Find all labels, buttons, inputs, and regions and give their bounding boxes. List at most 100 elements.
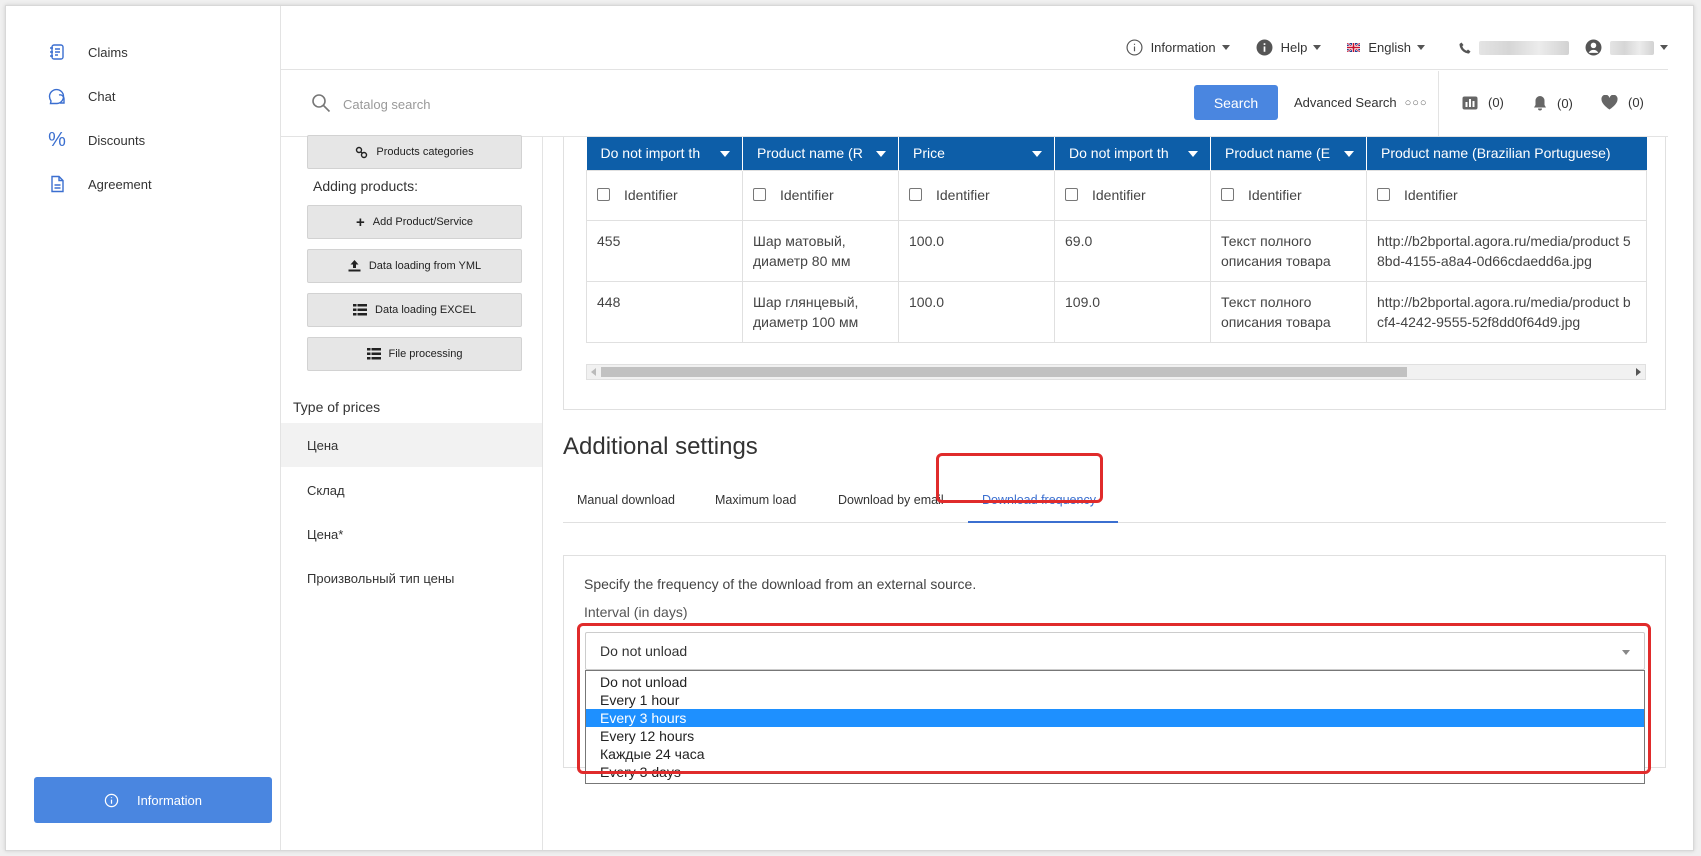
tab-download-frequency[interactable]: Download frequency: [982, 477, 1096, 523]
divider: [1438, 71, 1439, 137]
price-type-item[interactable]: Цена: [281, 423, 542, 467]
price-types-heading: Type of prices: [293, 399, 381, 415]
interval-option[interactable]: Every 1 hour: [586, 691, 1644, 709]
bell-icon: [1533, 95, 1547, 111]
notifications-count: (0): [1557, 95, 1573, 111]
help-menu[interactable]: Help: [1256, 39, 1322, 56]
scroll-left-arrow-icon[interactable]: [591, 368, 596, 376]
price-type-item[interactable]: Произвольный тип цены: [281, 556, 542, 600]
column-header[interactable]: Product name (Brazilian Portuguese): [1366, 137, 1647, 170]
interval-option[interactable]: Every 12 hours: [586, 727, 1644, 745]
settings-panel: Products categories Adding products: + A…: [281, 135, 543, 850]
identifier-checkbox[interactable]: [1221, 188, 1234, 201]
compare-counter[interactable]: (0): [1462, 95, 1504, 110]
chevron-down-icon: [1032, 151, 1042, 157]
heart-icon: [1601, 95, 1618, 110]
interval-option[interactable]: Каждые 24 часа: [586, 745, 1644, 763]
interval-option-highlighted[interactable]: Every 3 hours: [586, 709, 1644, 727]
tab-manual-download[interactable]: Manual download: [577, 477, 675, 523]
add-product-label: Add Product/Service: [372, 216, 474, 228]
scroll-right-arrow-icon[interactable]: [1636, 368, 1641, 376]
interval-dropdown-list: Do not unload Every 1 hour Every 3 hours…: [585, 670, 1645, 784]
price-type-item[interactable]: Цена*: [281, 512, 542, 556]
column-header[interactable]: Do not import th: [1054, 137, 1211, 170]
column-header[interactable]: Product name (R: [742, 137, 899, 170]
phone-icon: [1459, 42, 1471, 54]
favorites-counter[interactable]: (0): [1601, 95, 1644, 110]
help-icon: [1256, 39, 1273, 56]
tab-download-by-email[interactable]: Download by email: [838, 477, 944, 523]
table-cell: 109.0: [1054, 280, 1211, 343]
table-cell: 100.0: [898, 219, 1055, 282]
column-header[interactable]: Product name (E: [1210, 137, 1367, 170]
file-processing-button[interactable]: File processing: [307, 337, 522, 371]
scrollbar-thumb[interactable]: [601, 367, 1407, 377]
language-menu[interactable]: English: [1347, 40, 1425, 55]
excel-loading-button[interactable]: Data loading EXCEL: [307, 293, 522, 327]
price-type-item[interactable]: Склад: [281, 468, 542, 512]
advanced-search-link[interactable]: Advanced Search ○○○: [1294, 95, 1428, 110]
user-name-redacted: [1610, 40, 1654, 55]
tab-maximum-load[interactable]: Maximum load: [715, 477, 796, 523]
left-sidebar: Claims Chat % Discounts Agreement Inform…: [6, 6, 281, 850]
identifier-checkbox[interactable]: [909, 188, 922, 201]
sidebar-item-agreement[interactable]: Agreement: [46, 170, 152, 198]
table-cell: Шар глянцевый, диаметр 100 мм: [742, 280, 899, 343]
identifier-checkbox[interactable]: [597, 188, 610, 201]
app-window: Claims Chat % Discounts Agreement Inform…: [5, 5, 1694, 851]
identifier-cell: Identifier: [1054, 169, 1211, 221]
search-button[interactable]: Search: [1194, 85, 1278, 120]
yml-loading-button[interactable]: Data loading from YML: [307, 249, 522, 283]
notifications-counter[interactable]: (0): [1533, 95, 1573, 111]
compare-count: (0): [1488, 95, 1504, 110]
information-menu[interactable]: Information: [1126, 39, 1230, 56]
products-categories-button[interactable]: Products categories: [307, 135, 522, 169]
table-cell: 448: [586, 280, 743, 343]
interval-option[interactable]: Do not unload: [586, 673, 1644, 691]
add-product-button[interactable]: + Add Product/Service: [307, 205, 522, 239]
sidebar-item-claims[interactable]: Claims: [46, 38, 128, 66]
column-header[interactable]: Do not import th: [586, 137, 743, 170]
products-categories-label: Products categories: [376, 146, 474, 158]
chevron-down-icon: [1660, 45, 1668, 50]
user-menu[interactable]: [1585, 39, 1668, 56]
sidebar-item-discounts[interactable]: % Discounts: [46, 126, 145, 154]
identifier-checkbox[interactable]: [1377, 188, 1390, 201]
search-bar: Search Advanced Search ○○○ (0) (0) (0): [281, 71, 1668, 137]
information-button[interactable]: Information: [34, 777, 272, 823]
column-header[interactable]: Price: [898, 137, 1055, 170]
identifier-cell: Identifier: [742, 169, 899, 221]
table-row: 455 Шар матовый, диаметр 80 мм 100.0 69.…: [586, 219, 1647, 282]
table-cell: 455: [586, 219, 743, 282]
phone-contact[interactable]: [1459, 40, 1569, 55]
table-cell: Шар матовый, диаметр 80 мм: [742, 219, 899, 282]
identifier-cell: Identifier: [898, 169, 1055, 221]
catalog-search-input[interactable]: [343, 93, 843, 115]
excel-loading-label: Data loading EXCEL: [375, 304, 476, 316]
table-row: 448 Шар глянцевый, диаметр 100 мм 100.0 …: [586, 280, 1647, 343]
info-icon: [104, 793, 119, 808]
sidebar-item-chat[interactable]: Chat: [46, 82, 115, 110]
interval-option[interactable]: Every 3 days: [586, 763, 1644, 781]
information-menu-label: Information: [1150, 40, 1216, 55]
document-icon: [46, 173, 68, 195]
interval-selected-value: Do not unload: [600, 643, 688, 659]
upload-icon: [348, 260, 361, 272]
identifier-checkbox[interactable]: [753, 188, 766, 201]
chevron-down-icon: [1188, 151, 1198, 157]
more-dots-icon: ○○○: [1404, 96, 1428, 109]
identifier-checkbox[interactable]: [1065, 188, 1078, 201]
table-cell: Текст полного описания товара: [1210, 280, 1367, 343]
table-cell: http://b2bportal.agora.ru/media/product …: [1366, 280, 1647, 343]
table-icon: [353, 304, 368, 316]
sidebar-item-label: Chat: [88, 88, 116, 104]
interval-select[interactable]: Do not unload: [585, 632, 1645, 670]
identifier-cell: Identifier: [1210, 169, 1367, 221]
chevron-down-icon: [876, 151, 886, 157]
horizontal-scrollbar[interactable]: [586, 364, 1646, 380]
main-content: Do not import th Product name (R Price D…: [543, 137, 1668, 850]
identifier-cell: Identifier: [1366, 169, 1647, 221]
search-icon: [311, 93, 331, 118]
top-header: Information Help English: [281, 26, 1668, 70]
adding-products-heading: Adding products:: [313, 178, 419, 194]
